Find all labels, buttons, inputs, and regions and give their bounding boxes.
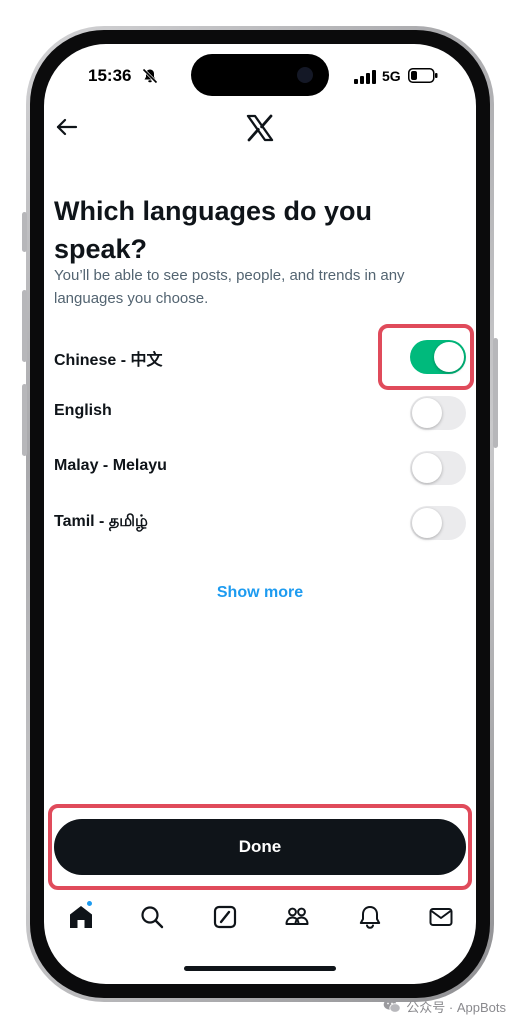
page-subtitle: You’ll be able to see posts, people, and… bbox=[54, 267, 405, 307]
action-button bbox=[22, 212, 27, 252]
language-label: Chinese - 中文 bbox=[54, 352, 163, 369]
highlight-box-toggle bbox=[378, 324, 474, 390]
language-row-malay: Malay - Melayu bbox=[54, 449, 466, 489]
tab-search[interactable] bbox=[139, 904, 165, 930]
tab-communities[interactable] bbox=[284, 904, 310, 930]
tab-messages[interactable] bbox=[428, 904, 454, 930]
bell-off-icon bbox=[142, 68, 158, 84]
done-button[interactable]: Done bbox=[54, 819, 466, 875]
volume-down-button bbox=[22, 384, 27, 456]
language-label: Tamil - தமிழ் bbox=[54, 513, 148, 530]
network-label: 5G bbox=[382, 68, 401, 84]
home-icon bbox=[70, 906, 92, 928]
toggle-knob bbox=[412, 398, 442, 428]
language-label: Malay - Melayu bbox=[54, 457, 167, 474]
watermark-text: 公众号 · AppBots bbox=[406, 999, 506, 1015]
toggle-knob bbox=[412, 508, 442, 538]
notifications-bell-icon bbox=[359, 906, 381, 929]
signal-icon bbox=[354, 70, 376, 84]
messages-mail-icon bbox=[429, 908, 453, 926]
battery-icon bbox=[408, 68, 438, 83]
notification-dot bbox=[86, 900, 93, 907]
language-row-english: English bbox=[54, 394, 466, 434]
power-button bbox=[493, 338, 498, 448]
language-toggle-malay[interactable] bbox=[410, 451, 466, 485]
screen: 15:36 5G Which languages do you speak? Y… bbox=[44, 44, 476, 984]
language-toggle-tamil[interactable] bbox=[410, 506, 466, 540]
language-toggle-english[interactable] bbox=[410, 396, 466, 430]
volume-up-button bbox=[22, 290, 27, 362]
language-label: English bbox=[54, 402, 112, 419]
watermark: 公众号 · AppBots bbox=[383, 996, 506, 1016]
wechat-icon bbox=[383, 999, 401, 1013]
page-title: Which languages do you speak? bbox=[54, 196, 373, 264]
dynamic-island bbox=[191, 54, 329, 96]
tab-notifications[interactable] bbox=[357, 904, 383, 930]
back-arrow-icon[interactable] bbox=[54, 114, 80, 140]
x-logo-icon bbox=[246, 114, 274, 142]
search-icon bbox=[141, 906, 164, 929]
tab-home[interactable] bbox=[68, 900, 94, 930]
grok-icon bbox=[213, 905, 237, 929]
communities-icon bbox=[285, 907, 309, 925]
toggle-knob bbox=[412, 453, 442, 483]
tab-grok[interactable] bbox=[212, 904, 238, 930]
show-more-link[interactable]: Show more bbox=[44, 584, 476, 602]
status-time: 15:36 bbox=[88, 66, 132, 85]
bottom-tab-bar bbox=[44, 900, 476, 934]
home-indicator bbox=[184, 966, 336, 971]
language-row-tamil: Tamil - தமிழ் bbox=[54, 504, 466, 544]
front-camera bbox=[297, 67, 313, 83]
